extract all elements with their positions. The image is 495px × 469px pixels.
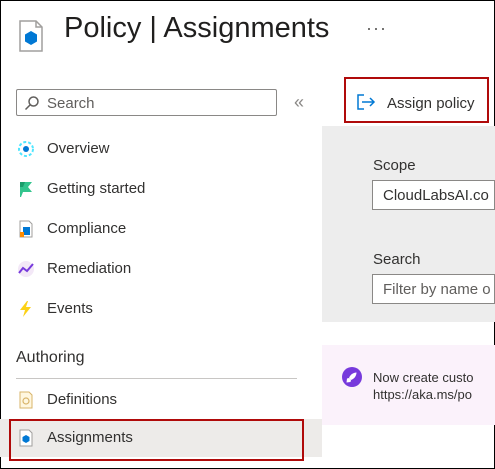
assignment-search-input[interactable]: Filter by name o: [372, 274, 495, 304]
section-divider: [16, 378, 297, 379]
rocket-icon: [342, 367, 362, 387]
events-lightning-icon: [20, 301, 31, 317]
getting-started-icon: [20, 182, 32, 197]
compliance-icon: [19, 220, 33, 238]
search-label: Search: [373, 251, 421, 268]
sidebar-item-definitions[interactable]: Definitions: [0, 381, 322, 419]
sidebar-item-compliance[interactable]: Compliance: [0, 210, 322, 248]
info-line-1: Now create custo: [373, 370, 474, 385]
policy-blade-icon: [19, 20, 43, 52]
sidebar-item-label: Definitions: [47, 391, 118, 408]
assign-policy-button[interactable]: Assign policy: [387, 95, 475, 112]
assign-policy-icon: [357, 94, 376, 110]
scope-label: Scope: [373, 157, 416, 174]
sidebar-item-overview[interactable]: Overview: [0, 130, 322, 168]
section-header-authoring: Authoring: [16, 349, 85, 366]
search-icon: [24, 96, 39, 111]
scope-field[interactable]: CloudLabsAI.co: [372, 180, 495, 210]
sidebar-item-label: Getting started: [47, 180, 146, 197]
sidebar-item-getting-started[interactable]: Getting started: [0, 170, 322, 208]
page-title: Policy | Assignments: [64, 12, 330, 44]
remediation-icon: [18, 261, 34, 277]
collapse-sidebar-icon[interactable]: «: [294, 92, 304, 113]
sidebar-item-label: Overview: [47, 140, 110, 157]
more-options-button[interactable]: ···: [366, 18, 387, 39]
info-link[interactable]: https://aka.ms/po: [373, 386, 473, 403]
assignments-highlight-box: [9, 419, 304, 461]
sidebar-item-label: Compliance: [47, 220, 127, 237]
overview-icon: [18, 141, 34, 157]
info-banner-text: Now create custo https://aka.ms/po: [373, 369, 473, 403]
sidebar-item-events[interactable]: Events: [0, 290, 322, 328]
sidebar-item-label: Remediation: [47, 260, 132, 277]
definitions-icon: [19, 391, 33, 409]
sidebar-item-remediation[interactable]: Remediation: [0, 250, 322, 288]
sidebar-item-label: Events: [47, 300, 93, 317]
sidebar-search-placeholder: Search: [47, 95, 95, 112]
